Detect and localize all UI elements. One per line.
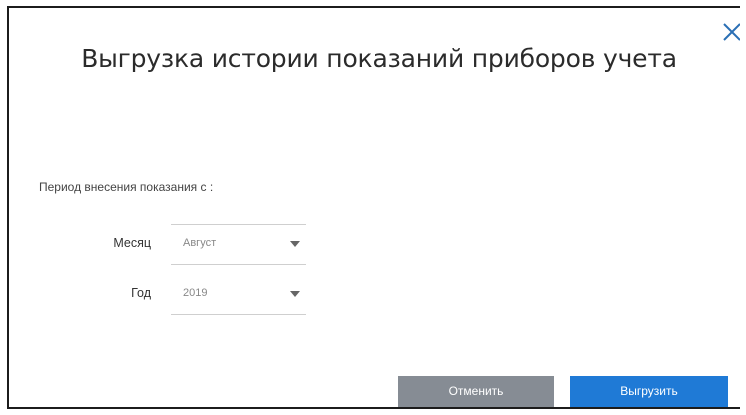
period-label: Период внесения показания с : [39,180,214,194]
year-select[interactable]: 2019 [171,274,306,315]
close-button[interactable] [720,20,740,44]
chevron-down-icon [290,291,300,297]
month-select-value: Август [183,237,217,249]
export-history-dialog: Выгрузка истории показаний приборов учет… [7,6,740,409]
month-select[interactable]: Август [171,224,306,265]
year-select-value: 2019 [183,287,208,299]
close-icon [723,23,740,41]
month-select-top-border [171,224,306,225]
year-field-row: Год 2019 [9,274,409,315]
month-label: Месяц [113,236,151,250]
dialog-title: Выгрузка истории показаний приборов учет… [81,44,677,73]
chevron-down-icon [290,241,300,247]
cancel-button[interactable]: Отменить [398,376,554,407]
year-label: Год [131,286,151,300]
month-field-row: Месяц Август [9,224,409,265]
export-button[interactable]: Выгрузить [570,376,728,407]
